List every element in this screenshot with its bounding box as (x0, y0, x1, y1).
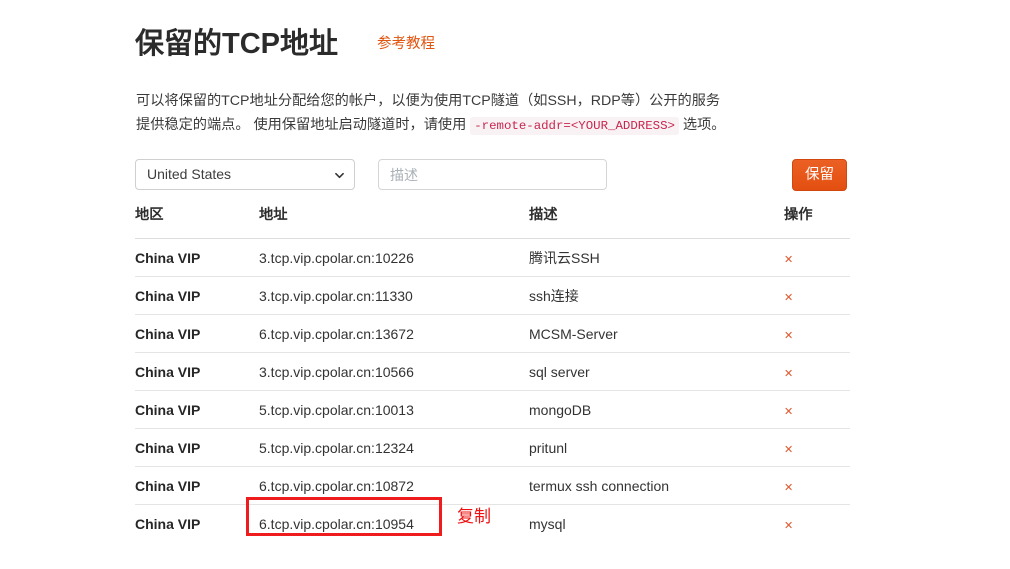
table-row: China VIP 3.tcp.vip.cpolar.cn:10226 腾讯云SSH… (135, 238, 850, 277)
table-head: 地区 地址 描述 操作 (135, 203, 850, 239)
cell-region: China VIP (135, 314, 259, 353)
cell-description: MCSM-Server (529, 314, 784, 353)
cell-action: ✕ (784, 505, 850, 543)
cell-description: 腾讯云SSH (529, 238, 784, 277)
page-title: 保留的TCP地址 (135, 28, 339, 60)
cell-address: 5.tcp.vip.cpolar.cn:10013 (259, 390, 529, 429)
cell-description: pritunl (529, 428, 784, 467)
description-input[interactable] (378, 159, 607, 190)
reserved-tcp-addresses-page: 保留的TCP地址 参考教程 可以将保留的TCP地址分配给您的帐户，以便为使用TC… (135, 0, 1010, 569)
delete-icon[interactable]: ✕ (784, 368, 793, 380)
region-select-value: United States (147, 166, 232, 182)
reserve-form: United States 保留 (135, 159, 847, 191)
cell-address: 3.tcp.vip.cpolar.cn:11330 (259, 276, 529, 315)
cell-action: ✕ (784, 466, 850, 505)
cell-region: China VIP (135, 466, 259, 505)
cell-region: China VIP (135, 390, 259, 429)
table-row: China VIP 6.tcp.vip.cpolar.cn:13672 MCSM-S… (135, 314, 850, 353)
cell-description: ssh连接 (529, 276, 784, 315)
description-text-part2: 选项。 (678, 116, 726, 133)
remote-addr-code-snippet: -remote-addr=<YOUR_ADDRESS> (470, 116, 679, 135)
cell-region: China VIP (135, 428, 259, 467)
table-header-row: 地区 地址 描述 操作 (135, 203, 850, 239)
delete-icon[interactable]: ✕ (784, 254, 793, 266)
cell-address: 6.tcp.vip.cpolar.cn:10872 (259, 466, 529, 505)
reserve-button[interactable]: 保留 (792, 159, 847, 191)
cell-description: termux ssh connection (529, 466, 784, 505)
table-row: China VIP 6.tcp.vip.cpolar.cn:10954 mysql ✕ (135, 505, 850, 543)
table-row: China VIP 3.tcp.vip.cpolar.cn:10566 sql se… (135, 352, 850, 391)
table-row: China VIP 6.tcp.vip.cpolar.cn:10872 termux… (135, 466, 850, 505)
cell-address: 3.tcp.vip.cpolar.cn:10226 (259, 238, 529, 277)
cell-description: sql server (529, 352, 784, 391)
delete-icon[interactable]: ✕ (784, 292, 793, 304)
cell-address: 3.tcp.vip.cpolar.cn:10566 (259, 352, 529, 391)
column-header-region: 地区 (135, 203, 259, 239)
cell-action: ✕ (784, 352, 850, 391)
cell-region: China VIP (135, 352, 259, 391)
cell-description: mysql (529, 515, 566, 532)
tutorial-link[interactable]: 参考教程 (377, 34, 435, 54)
delete-icon[interactable]: ✕ (784, 406, 793, 418)
page-description: 可以将保留的TCP地址分配给您的帐户，以便为使用TCP隧道（如SSH，RDP等）… (136, 90, 726, 138)
column-header-description: 描述 (529, 203, 784, 239)
cell-region: China VIP (135, 238, 259, 277)
page-header: 保留的TCP地址 参考教程 (135, 26, 875, 66)
cell-action: ✕ (784, 390, 850, 429)
region-select[interactable]: United States (135, 159, 355, 190)
cell-region: China VIP (135, 515, 201, 532)
column-header-action: 操作 (784, 203, 850, 239)
cell-action: ✕ (784, 314, 850, 353)
table-row: China VIP 5.tcp.vip.cpolar.cn:10013 mongoD… (135, 390, 850, 429)
delete-icon[interactable]: ✕ (784, 520, 793, 532)
reserved-addresses-table: 地区 地址 描述 操作 China VIP 3.tcp.vip.cpolar.cn… (135, 203, 850, 542)
annotation-copy-label: 复制 (457, 507, 491, 526)
table-row: China VIP 3.tcp.vip.cpolar.cn:11330 ssh连接 ✕ (135, 276, 850, 315)
delete-icon[interactable]: ✕ (784, 482, 793, 494)
cell-action: ✕ (784, 276, 850, 315)
cell-description: mongoDB (529, 390, 784, 429)
cell-region: China VIP (135, 276, 259, 315)
table-body: China VIP 3.tcp.vip.cpolar.cn:10226 腾讯云SSH… (135, 238, 850, 543)
delete-icon[interactable]: ✕ (784, 330, 793, 342)
cell-action: ✕ (784, 428, 850, 467)
chevron-down-icon (335, 171, 344, 180)
cell-action: ✕ (784, 238, 850, 277)
table-row: China VIP 5.tcp.vip.cpolar.cn:12324 pritun… (135, 428, 850, 467)
column-header-address: 地址 (259, 203, 529, 239)
delete-icon[interactable]: ✕ (784, 444, 793, 456)
cell-address: 6.tcp.vip.cpolar.cn:13672 (259, 314, 529, 353)
cell-address: 5.tcp.vip.cpolar.cn:12324 (259, 428, 529, 467)
